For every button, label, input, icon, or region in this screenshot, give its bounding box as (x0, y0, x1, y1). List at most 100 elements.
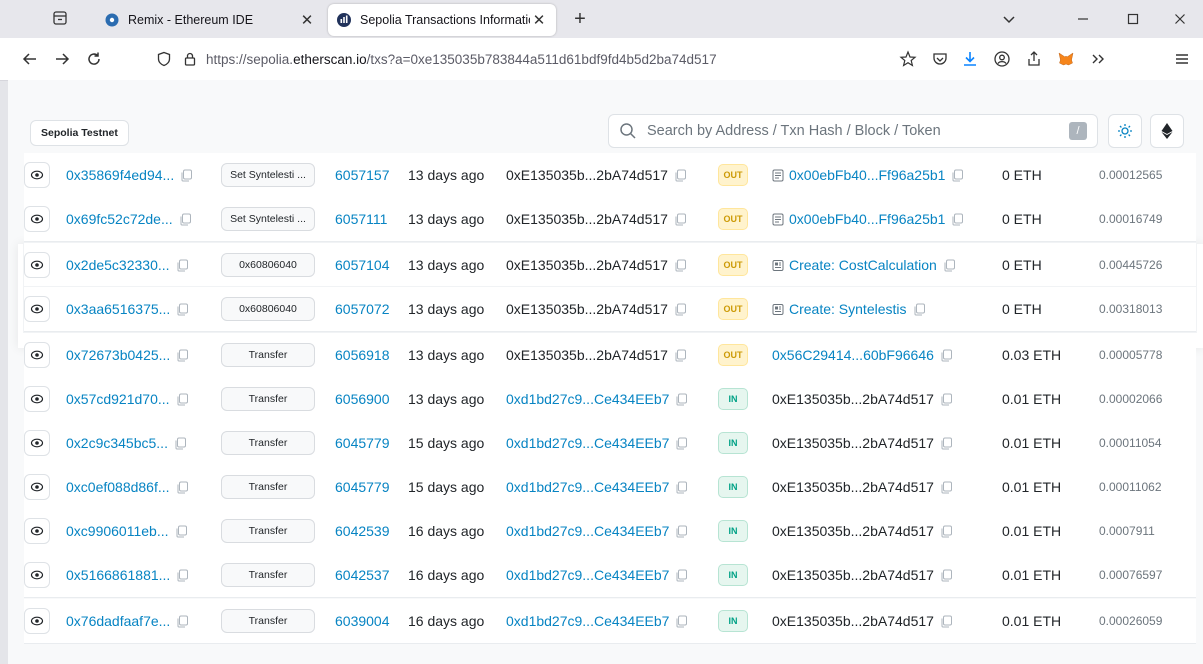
block-link[interactable]: 6039004 (335, 613, 390, 629)
search-input[interactable]: Search by Address / Txn Hash / Block / T… (608, 114, 1098, 148)
account-button[interactable] (990, 47, 1014, 71)
block-link[interactable]: 6042537 (335, 567, 390, 583)
copy-icon[interactable] (674, 213, 687, 226)
txn-hash-link[interactable]: 0x5166861881... (66, 567, 170, 583)
copy-icon[interactable] (675, 437, 688, 450)
copy-icon[interactable] (674, 169, 687, 182)
chevron-down-icon[interactable] (1000, 10, 1018, 28)
to-address[interactable]: 0x56C29414...60bF96646 (772, 347, 934, 363)
forward-button[interactable] (50, 47, 74, 71)
copy-icon[interactable] (940, 349, 953, 362)
copy-icon[interactable] (176, 349, 189, 362)
copy-icon[interactable] (180, 169, 193, 182)
block-link[interactable]: 6057104 (335, 257, 390, 273)
copy-icon[interactable] (940, 615, 953, 628)
view-details-button[interactable] (24, 296, 50, 322)
copy-icon[interactable] (675, 481, 688, 494)
view-details-button[interactable] (24, 206, 50, 232)
view-details-button[interactable] (24, 430, 50, 456)
from-address[interactable]: 0xd1bd27c9...Ce434EEb7 (506, 567, 669, 583)
txn-hash-link[interactable]: 0x57cd921d70... (66, 391, 170, 407)
close-icon[interactable]: ✕ (530, 11, 548, 29)
copy-icon[interactable] (940, 481, 953, 494)
theme-toggle-button[interactable] (1108, 114, 1142, 148)
txn-hash-link[interactable]: 0x76dadfaaf7e... (66, 613, 170, 629)
block-link[interactable]: 6056918 (335, 347, 390, 363)
pocket-button[interactable] (928, 47, 952, 71)
copy-icon[interactable] (176, 303, 189, 316)
block-link[interactable]: 6057111 (335, 211, 387, 227)
view-details-button[interactable] (24, 474, 50, 500)
view-details-button[interactable] (24, 386, 50, 412)
copy-icon[interactable] (179, 213, 192, 226)
block-link[interactable]: 6045779 (335, 435, 390, 451)
from-address[interactable]: 0xd1bd27c9...Ce434EEb7 (506, 435, 669, 451)
block-link[interactable]: 6057072 (335, 301, 390, 317)
new-tab-button[interactable]: + (568, 7, 592, 31)
view-details-button[interactable] (24, 562, 50, 588)
minimize-button[interactable] (1060, 6, 1106, 32)
view-details-button[interactable] (24, 608, 50, 634)
to-address[interactable]: Create: Syntelestis (789, 301, 907, 317)
copy-icon[interactable] (176, 615, 189, 628)
view-details-button[interactable] (24, 252, 50, 278)
txn-hash-link[interactable]: 0x69fc52c72de... (66, 211, 173, 227)
from-address[interactable]: 0xd1bd27c9...Ce434EEb7 (506, 391, 669, 407)
copy-icon[interactable] (675, 525, 688, 538)
network-badge[interactable]: Sepolia Testnet (30, 120, 129, 146)
copy-icon[interactable] (674, 303, 687, 316)
share-button[interactable] (1022, 47, 1046, 71)
bookmark-button[interactable] (896, 47, 920, 71)
to-address[interactable]: Create: CostCalculation (789, 257, 937, 273)
txn-hash-link[interactable]: 0x2de5c32330... (66, 257, 170, 273)
to-address[interactable]: 0x00ebFb40...Ff96a25b1 (789, 211, 945, 227)
block-link[interactable]: 6056900 (335, 391, 390, 407)
txn-hash-link[interactable]: 0x2c9c345bc5... (66, 435, 168, 451)
copy-icon[interactable] (951, 213, 964, 226)
copy-icon[interactable] (674, 349, 687, 362)
txn-hash-link[interactable]: 0x35869f4ed94... (66, 167, 174, 183)
lock-icon[interactable] (182, 51, 198, 67)
txn-hash-link[interactable]: 0x3aa6516375... (66, 301, 170, 317)
metamask-extension-button[interactable] (1054, 47, 1078, 71)
txn-hash-link[interactable]: 0xc9906011eb... (66, 523, 169, 539)
copy-icon[interactable] (675, 393, 688, 406)
copy-icon[interactable] (675, 569, 688, 582)
from-address[interactable]: 0xd1bd27c9...Ce434EEb7 (506, 613, 669, 629)
txn-hash-link[interactable]: 0x72673b0425... (66, 347, 170, 363)
copy-icon[interactable] (176, 393, 189, 406)
tab-groups-icon[interactable] (52, 10, 68, 26)
from-address[interactable]: 0xd1bd27c9...Ce434EEb7 (506, 523, 669, 539)
block-link[interactable]: 6042539 (335, 523, 390, 539)
shield-icon[interactable] (156, 51, 172, 67)
back-button[interactable] (18, 47, 42, 71)
copy-icon[interactable] (940, 437, 953, 450)
view-details-button[interactable] (24, 518, 50, 544)
address-bar[interactable]: https://sepolia. etherscan.io/txs?a=0xe13… (156, 44, 880, 74)
copy-icon[interactable] (176, 259, 189, 272)
copy-icon[interactable] (176, 569, 189, 582)
network-switch-button[interactable] (1150, 114, 1184, 148)
copy-icon[interactable] (174, 437, 187, 450)
block-link[interactable]: 6045779 (335, 479, 390, 495)
copy-icon[interactable] (675, 615, 688, 628)
maximize-button[interactable] (1110, 6, 1156, 32)
view-details-button[interactable] (24, 162, 50, 188)
from-address[interactable]: 0xd1bd27c9...Ce434EEb7 (506, 479, 669, 495)
to-address[interactable]: 0x00ebFb40...Ff96a25b1 (789, 167, 945, 183)
downloads-button[interactable] (958, 47, 982, 71)
copy-icon[interactable] (913, 303, 926, 316)
tab-remix[interactable]: Remix - Ethereum IDE ✕ (96, 4, 324, 36)
copy-icon[interactable] (176, 481, 189, 494)
app-menu-button[interactable] (1170, 47, 1194, 71)
copy-icon[interactable] (175, 525, 188, 538)
txn-hash-link[interactable]: 0xc0ef088d86f... (66, 479, 170, 495)
copy-icon[interactable] (674, 259, 687, 272)
tab-etherscan[interactable]: Sepolia Transactions Informatio ✕ (328, 4, 556, 36)
overflow-menu-button[interactable] (1086, 47, 1110, 71)
copy-icon[interactable] (940, 569, 953, 582)
copy-icon[interactable] (951, 169, 964, 182)
copy-icon[interactable] (940, 393, 953, 406)
block-link[interactable]: 6057157 (335, 167, 390, 183)
reload-button[interactable] (82, 47, 106, 71)
